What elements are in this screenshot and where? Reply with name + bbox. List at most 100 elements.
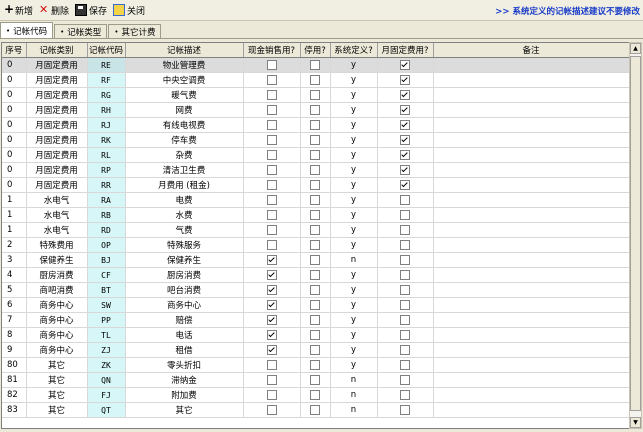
category-cell[interactable]: 其它 (26, 402, 88, 418)
remarks-cell[interactable] (433, 252, 629, 268)
table-row[interactable]: 83 其它 QT 其它 n (2, 402, 629, 418)
seq-cell[interactable]: 3 (2, 252, 27, 268)
seq-cell[interactable]: 80 (2, 357, 27, 373)
code-cell[interactable]: RK (87, 132, 126, 148)
monthly-fixed-checkbox[interactable] (400, 59, 410, 70)
tab-account-code[interactable]: • 记帐代码 (0, 22, 54, 38)
seq-cell[interactable]: 7 (2, 312, 27, 328)
disabled-cell[interactable] (300, 162, 331, 178)
cash-sale-checkbox[interactable] (266, 284, 277, 295)
seq-cell[interactable]: 1 (2, 192, 27, 208)
monthly-fixed-checkbox[interactable] (400, 224, 410, 235)
cash-sale-checkbox[interactable] (266, 389, 277, 400)
code-cell[interactable]: RA (87, 192, 126, 208)
seq-cell[interactable]: 0 (2, 57, 27, 73)
seq-cell[interactable]: 83 (2, 402, 27, 418)
cash-sale-checkbox[interactable] (266, 89, 277, 100)
monthly-fixed-cell[interactable] (377, 57, 434, 73)
code-cell[interactable]: SW (87, 297, 126, 313)
seq-cell[interactable]: 81 (2, 372, 27, 388)
table-row[interactable]: 0 月固定费用 RF 中央空调费 y (2, 72, 629, 88)
cash-sale-checkbox[interactable] (266, 344, 277, 355)
cash-sale-cell[interactable] (243, 147, 301, 163)
seq-cell[interactable]: 82 (2, 387, 27, 403)
category-cell[interactable]: 商务中心 (26, 342, 88, 358)
cash-sale-checkbox[interactable] (266, 134, 277, 145)
col-header-remarks[interactable]: 备注 (433, 43, 629, 58)
disabled-checkbox[interactable] (310, 389, 320, 400)
table-row[interactable]: 5 商吧消费 BT 吧台消费 y (2, 282, 629, 298)
cash-sale-checkbox[interactable] (266, 404, 277, 415)
description-cell[interactable]: 物业管理费 (125, 57, 244, 73)
col-header-monthly-fixed[interactable]: 月固定费用? (377, 43, 434, 58)
col-header-description[interactable]: 记帐描述 (125, 43, 244, 58)
cash-sale-cell[interactable] (243, 207, 301, 223)
category-cell[interactable]: 水电气 (26, 222, 88, 238)
description-cell[interactable]: 特殊服务 (125, 237, 244, 253)
table-row[interactable]: 0 月固定费用 RL 杂费 y (2, 147, 629, 163)
description-cell[interactable]: 有线电视费 (125, 117, 244, 133)
monthly-fixed-checkbox[interactable] (400, 209, 410, 220)
description-cell[interactable]: 清洁卫生费 (125, 162, 244, 178)
table-row[interactable]: 8 商务中心 TL 电话 y (2, 327, 629, 343)
category-cell[interactable]: 月固定费用 (26, 102, 88, 118)
cash-sale-checkbox[interactable] (266, 119, 277, 130)
description-cell[interactable]: 吧台消费 (125, 282, 244, 298)
monthly-fixed-checkbox[interactable] (400, 374, 410, 385)
system-defined-cell[interactable]: y (330, 327, 378, 343)
remarks-cell[interactable] (433, 102, 629, 118)
disabled-cell[interactable] (300, 282, 331, 298)
disabled-checkbox[interactable] (310, 179, 320, 190)
code-cell[interactable]: TL (87, 327, 126, 343)
code-cell[interactable]: CF (87, 267, 126, 283)
monthly-fixed-checkbox[interactable] (400, 194, 410, 205)
remarks-cell[interactable] (433, 222, 629, 238)
remarks-cell[interactable] (433, 312, 629, 328)
cash-sale-checkbox[interactable] (266, 329, 277, 340)
cash-sale-cell[interactable] (243, 192, 301, 208)
description-cell[interactable]: 其它 (125, 402, 244, 418)
seq-cell[interactable]: 0 (2, 162, 27, 178)
remarks-cell[interactable] (433, 282, 629, 298)
disabled-checkbox[interactable] (310, 404, 320, 415)
disabled-cell[interactable] (300, 147, 331, 163)
description-cell[interactable]: 租借 (125, 342, 244, 358)
system-defined-cell[interactable]: y (330, 357, 378, 373)
code-cell[interactable]: RR (87, 177, 126, 193)
system-defined-cell[interactable]: y (330, 87, 378, 103)
remarks-cell[interactable] (433, 177, 629, 193)
monthly-fixed-checkbox[interactable] (400, 134, 410, 145)
system-defined-cell[interactable]: y (330, 222, 378, 238)
cash-sale-checkbox[interactable] (266, 374, 277, 385)
description-cell[interactable]: 暖气费 (125, 87, 244, 103)
cash-sale-cell[interactable] (243, 327, 301, 343)
seq-cell[interactable]: 9 (2, 342, 27, 358)
system-defined-cell[interactable]: n (330, 387, 378, 403)
disabled-checkbox[interactable] (310, 299, 320, 310)
new-button[interactable]: 新增 (3, 1, 33, 19)
monthly-fixed-cell[interactable] (377, 327, 434, 343)
monthly-fixed-cell[interactable] (377, 222, 434, 238)
remarks-cell[interactable] (433, 162, 629, 178)
table-row[interactable]: 82 其它 FJ 附加费 n (2, 387, 629, 403)
system-defined-cell[interactable]: n (330, 372, 378, 388)
monthly-fixed-checkbox[interactable] (400, 179, 410, 190)
seq-cell[interactable]: 2 (2, 237, 27, 253)
description-cell[interactable]: 杂费 (125, 147, 244, 163)
col-header-disabled[interactable]: 停用? (300, 43, 331, 58)
system-defined-cell[interactable]: n (330, 402, 378, 418)
disabled-checkbox[interactable] (310, 269, 320, 280)
monthly-fixed-checkbox[interactable] (400, 299, 410, 310)
disabled-checkbox[interactable] (310, 89, 320, 100)
description-cell[interactable]: 商务中心 (125, 297, 244, 313)
system-defined-cell[interactable]: y (330, 57, 378, 73)
disabled-checkbox[interactable] (310, 224, 320, 235)
monthly-fixed-checkbox[interactable] (400, 314, 410, 325)
code-cell[interactable]: RH (87, 102, 126, 118)
description-cell[interactable]: 气费 (125, 222, 244, 238)
monthly-fixed-checkbox[interactable] (400, 359, 410, 370)
monthly-fixed-checkbox[interactable] (400, 104, 410, 115)
seq-cell[interactable]: 0 (2, 117, 27, 133)
tab-account-type[interactable]: • 记帐类型 (54, 24, 108, 38)
delete-button[interactable]: 删除 (39, 1, 69, 19)
